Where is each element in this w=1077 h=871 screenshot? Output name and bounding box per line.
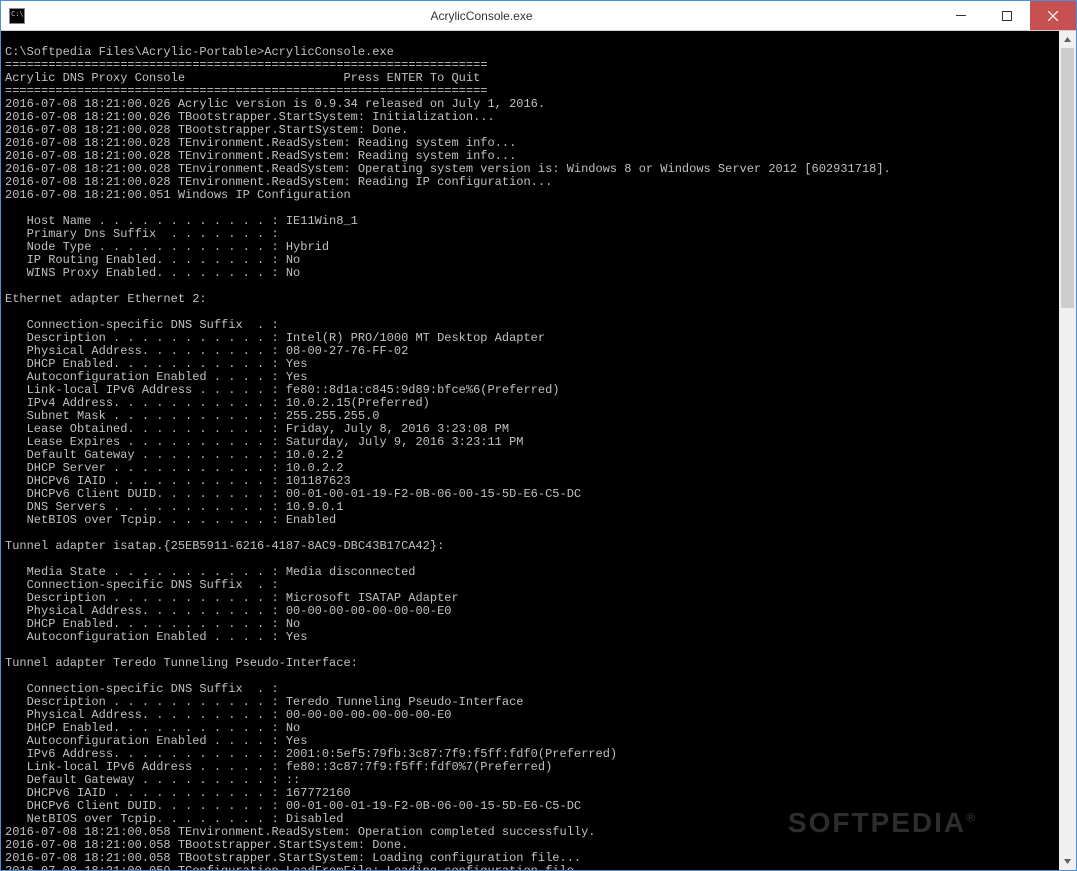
title-bar[interactable]: AcrylicConsole.exe [1, 1, 1076, 31]
console-text: C:\Softpedia Files\Acrylic-Portable>Acry… [5, 33, 1055, 870]
app-window: AcrylicConsole.exe C:\Softpedia Files\Ac… [0, 0, 1077, 871]
window-title: AcrylicConsole.exe [25, 9, 938, 23]
scroll-thumb[interactable] [1061, 48, 1074, 308]
vertical-scrollbar[interactable] [1059, 31, 1076, 870]
close-button[interactable] [1030, 1, 1076, 30]
window-controls [938, 1, 1076, 30]
app-icon [9, 8, 25, 24]
scroll-track[interactable] [1059, 48, 1076, 853]
client-area: C:\Softpedia Files\Acrylic-Portable>Acry… [1, 31, 1076, 870]
scroll-down-arrow-icon[interactable] [1059, 853, 1076, 870]
scroll-up-arrow-icon[interactable] [1059, 31, 1076, 48]
maximize-button[interactable] [984, 1, 1030, 30]
console-output[interactable]: C:\Softpedia Files\Acrylic-Portable>Acry… [1, 31, 1059, 870]
minimize-button[interactable] [938, 1, 984, 30]
